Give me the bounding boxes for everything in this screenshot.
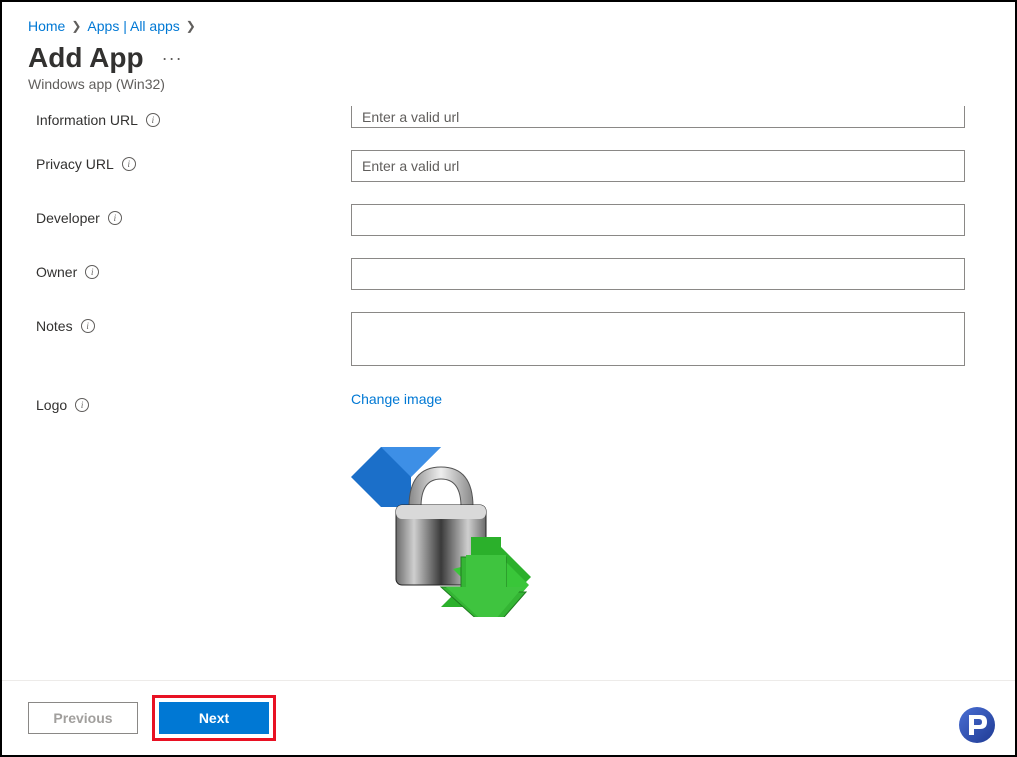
- field-row-privacy-url: Privacy URL i: [36, 150, 989, 182]
- info-icon[interactable]: i: [75, 398, 89, 412]
- info-icon[interactable]: i: [81, 319, 95, 333]
- label-text: Owner: [36, 264, 77, 280]
- previous-button[interactable]: Previous: [28, 702, 138, 734]
- field-label: Privacy URL i: [36, 150, 351, 172]
- field-row-information-url: Information URL i: [36, 106, 989, 128]
- info-icon[interactable]: i: [146, 113, 160, 127]
- breadcrumb-home[interactable]: Home: [28, 18, 65, 34]
- field-row-logo: Logo i Change image: [36, 391, 989, 617]
- winscp-logo-icon: [351, 437, 531, 617]
- form-area: Information URL i Privacy URL i Develope…: [2, 100, 1015, 660]
- next-button[interactable]: Next: [159, 702, 269, 734]
- field-label: Notes i: [36, 312, 351, 334]
- field-label: Logo i: [36, 391, 351, 413]
- wizard-footer: Previous Next: [2, 680, 1015, 755]
- app-logo-preview: [351, 437, 531, 617]
- notes-input[interactable]: [351, 312, 965, 366]
- page-header: Home ❯ Apps | All apps ❯ Add App ··· Win…: [2, 2, 1015, 100]
- change-image-link[interactable]: Change image: [351, 391, 442, 407]
- more-actions-icon[interactable]: ···: [162, 48, 183, 69]
- field-row-notes: Notes i: [36, 312, 989, 369]
- field-row-developer: Developer i: [36, 204, 989, 236]
- info-icon[interactable]: i: [108, 211, 122, 225]
- page-subtitle: Windows app (Win32): [28, 76, 989, 92]
- label-text: Logo: [36, 397, 67, 413]
- field-label: Information URL i: [36, 106, 351, 128]
- info-icon[interactable]: i: [85, 265, 99, 279]
- info-icon[interactable]: i: [122, 157, 136, 171]
- field-row-owner: Owner i: [36, 258, 989, 290]
- label-text: Developer: [36, 210, 100, 226]
- chevron-right-icon: ❯: [186, 19, 196, 33]
- chevron-right-icon: ❯: [71, 19, 81, 33]
- field-label: Developer i: [36, 204, 351, 226]
- field-label: Owner i: [36, 258, 351, 280]
- breadcrumb: Home ❯ Apps | All apps ❯: [28, 18, 989, 34]
- page-title: Add App: [28, 42, 144, 74]
- breadcrumb-apps[interactable]: Apps | All apps: [87, 18, 179, 34]
- label-text: Notes: [36, 318, 73, 334]
- watermark-logo: [957, 705, 997, 745]
- owner-input[interactable]: [351, 258, 965, 290]
- label-text: Information URL: [36, 112, 138, 128]
- p-logo-icon: [957, 705, 997, 745]
- information-url-input[interactable]: [351, 106, 965, 128]
- next-button-highlight: Next: [152, 695, 276, 741]
- privacy-url-input[interactable]: [351, 150, 965, 182]
- label-text: Privacy URL: [36, 156, 114, 172]
- developer-input[interactable]: [351, 204, 965, 236]
